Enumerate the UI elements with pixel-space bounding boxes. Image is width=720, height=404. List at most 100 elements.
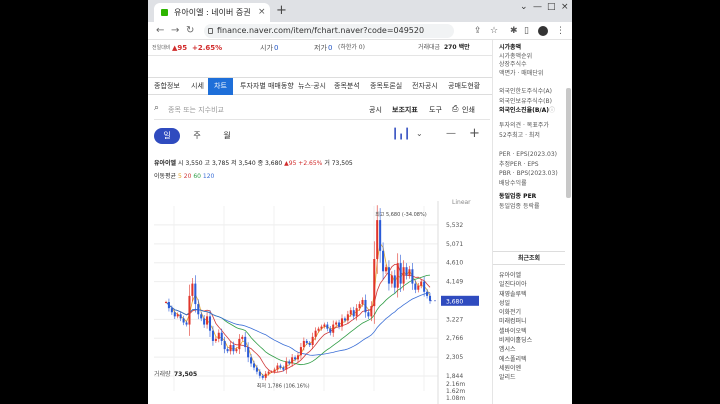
period-week[interactable]: 주 bbox=[184, 128, 210, 144]
candle-body bbox=[340, 318, 344, 327]
extensions-icon[interactable]: ✱ bbox=[510, 24, 518, 38]
change-value: ▲95 bbox=[172, 44, 188, 52]
price-chart[interactable]: 5,532 5,071 4,610 4,149 3,227 2,766 2,305 1,844… bbox=[148, 176, 492, 404]
candle-body bbox=[367, 312, 370, 317]
recent-stock-link[interactable]: 유아이엘 bbox=[499, 271, 532, 280]
forward-button[interactable]: → bbox=[171, 24, 179, 38]
candle-body bbox=[420, 281, 423, 286]
tab-disclosure[interactable]: 전자공시 bbox=[412, 78, 438, 95]
tab-analysis[interactable]: 종목분석 bbox=[334, 78, 360, 95]
candle-body bbox=[364, 299, 367, 313]
tab-news[interactable]: 뉴스·공시 bbox=[298, 78, 326, 95]
candle-body bbox=[302, 340, 305, 348]
tab-investor-trends[interactable]: 투자자별 매매동향 bbox=[240, 78, 294, 95]
candle-body bbox=[382, 250, 385, 272]
market-cap-item: 상장주식수 bbox=[499, 61, 543, 70]
back-button[interactable]: ← bbox=[156, 24, 164, 38]
trading-value: 270 백만 bbox=[444, 44, 470, 51]
disclosure-link[interactable]: 공시 bbox=[369, 105, 382, 115]
candle-body bbox=[308, 342, 311, 346]
market-cap-section: 시가총액 시가총액순위 상장주식수 액면가 · 매매단위 bbox=[499, 44, 543, 78]
browser-menu-icon[interactable]: ⋮ bbox=[556, 24, 565, 38]
chevron-down-icon[interactable]: ⌄ bbox=[416, 129, 423, 138]
recent-stock-link[interactable]: 이화전기 bbox=[499, 308, 532, 317]
recent-stock-link[interactable]: 셀바이오텍 bbox=[499, 327, 532, 336]
y-tick-label: 3,227 bbox=[446, 316, 463, 323]
candle-body bbox=[188, 295, 191, 325]
candle-body bbox=[393, 275, 396, 288]
tab-short-selling[interactable]: 공매도현황 bbox=[448, 78, 480, 95]
market-cap-item-label: 상장주식수 bbox=[499, 61, 527, 68]
y-tick-label: 2,305 bbox=[446, 354, 463, 361]
candle-body bbox=[414, 283, 417, 290]
quote-open: 시 3,550 bbox=[178, 160, 203, 167]
url-text: finance.naver.com/item/fchart.naver?code… bbox=[217, 26, 425, 35]
info-icon[interactable]: ⓘ bbox=[549, 107, 555, 114]
compare-search-input[interactable]: 종목 또는 지수비교 bbox=[168, 105, 224, 115]
candle-body bbox=[223, 340, 226, 350]
low-value: 0 bbox=[328, 44, 333, 52]
market-cap-item-label: 시가총액 bbox=[499, 44, 522, 51]
tab-quotes[interactable]: 시세 bbox=[191, 78, 204, 95]
print-link[interactable]: 인쇄 bbox=[462, 105, 475, 115]
avatar[interactable] bbox=[538, 26, 548, 36]
market-cap-item-label: 액면가 · 매매단위 bbox=[499, 69, 544, 77]
quote-volume: 거 73,505 bbox=[324, 160, 353, 167]
candle-body bbox=[179, 314, 182, 319]
recent-stock-link[interactable]: 재영솔루텍 bbox=[499, 290, 532, 299]
right-letterbox bbox=[572, 0, 720, 404]
opinion-item: 52주최고 · 최저 bbox=[499, 131, 549, 141]
zoom-in-button[interactable]: + bbox=[469, 126, 480, 141]
tab-chart[interactable]: 차트 bbox=[208, 78, 233, 95]
candle-body bbox=[355, 308, 358, 317]
reload-button[interactable]: ↻ bbox=[186, 24, 194, 38]
recent-stock-link[interactable]: 성일 bbox=[499, 299, 532, 308]
recent-stock-link[interactable]: 세원이엔 bbox=[499, 364, 532, 373]
tab-close-icon[interactable]: × bbox=[258, 3, 266, 22]
candle-body bbox=[164, 302, 168, 304]
sidebar-scrollbar[interactable] bbox=[566, 88, 571, 198]
candle-body bbox=[220, 332, 223, 341]
zoom-out-button[interactable]: — bbox=[446, 128, 456, 139]
sidebar-panel-icon[interactable]: ▯ bbox=[524, 24, 529, 38]
stock-tab-menu: 종합정보 시세 차트 투자자별 매매동향 뉴스·공시 종목분석 종목토론실 전자… bbox=[148, 77, 492, 95]
ratio-item-label: PBR · BPS(2023.03) bbox=[499, 170, 558, 177]
close-window-button[interactable]: × bbox=[561, 2, 569, 12]
period-month[interactable]: 월 bbox=[214, 128, 240, 144]
recent-stock-link[interactable]: 에스폴리텍 bbox=[499, 355, 532, 364]
tab-overview[interactable]: 종합정보 bbox=[154, 78, 180, 95]
tab-discussion[interactable]: 종목토론실 bbox=[370, 78, 402, 95]
candle-body bbox=[329, 328, 332, 333]
industry-item-label: 동일업종 PER bbox=[499, 193, 537, 200]
candle-body bbox=[402, 267, 405, 284]
recent-stock-link[interactable]: 엠시스 bbox=[499, 345, 532, 354]
url-field[interactable]: finance.naver.com/item/fchart.naver?code… bbox=[204, 24, 454, 38]
indicators-link[interactable]: 보조지표 bbox=[392, 105, 418, 115]
browser-tab[interactable]: 유아이엘 : 네이버 증권 × bbox=[154, 3, 270, 22]
tools-link[interactable]: 도구 bbox=[429, 105, 442, 115]
candle-body bbox=[182, 318, 185, 323]
chevron-down-icon[interactable]: ⌄ bbox=[520, 2, 528, 12]
candle-body bbox=[417, 285, 420, 290]
candle-body bbox=[296, 355, 300, 360]
recent-stock-link[interactable]: 비케이홀딩스 bbox=[499, 336, 532, 345]
maximize-button[interactable]: □ bbox=[547, 2, 556, 12]
candle-body bbox=[326, 324, 329, 329]
period-selector: 일 주 월 ┃╻┃ ⌄ — + bbox=[154, 126, 490, 146]
new-tab-button[interactable]: + bbox=[276, 3, 287, 19]
bookmark-star-icon[interactable]: ☆ bbox=[490, 24, 498, 38]
recent-stock-link[interactable]: 알리드 bbox=[499, 373, 532, 382]
period-day[interactable]: 일 bbox=[154, 128, 180, 144]
main-content: 전일대비 ▲95 +2.65% 시가 0 저가 0 (하한가 0) 거래대금 2… bbox=[148, 40, 492, 404]
candle-body bbox=[255, 367, 258, 372]
ratio-item: PER · EPS(2023.03) bbox=[499, 150, 558, 160]
ratio-item: 추정PER · EPS bbox=[499, 160, 558, 170]
candle-body bbox=[311, 336, 314, 346]
recent-stock-link[interactable]: 미래컴퍼니 bbox=[499, 317, 532, 326]
candle-type-icon[interactable]: ┃╻┃ bbox=[392, 129, 410, 140]
candle-body bbox=[352, 310, 355, 317]
recent-stock-link[interactable]: 일진다이아 bbox=[499, 280, 532, 289]
share-icon[interactable]: ⇪ bbox=[474, 24, 482, 38]
candle-body bbox=[226, 349, 229, 352]
minimize-button[interactable]: — bbox=[533, 2, 542, 12]
